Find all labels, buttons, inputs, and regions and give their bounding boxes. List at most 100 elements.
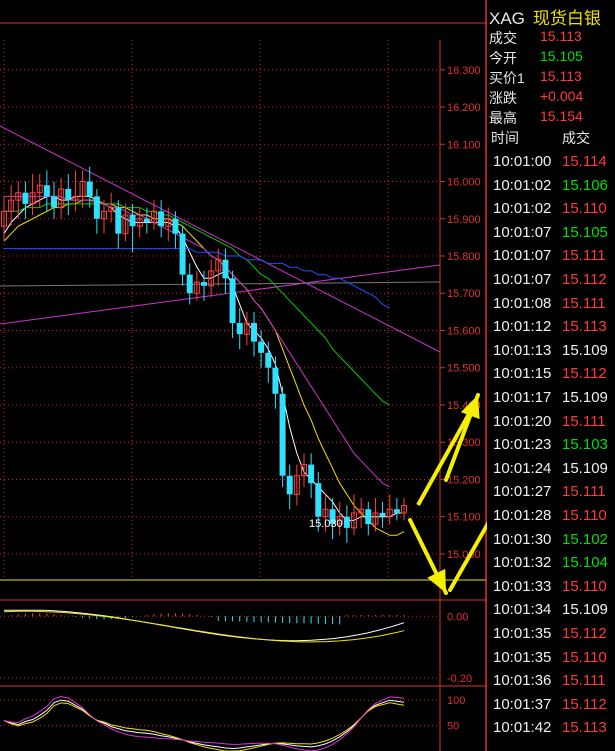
tick-row: 10:01:34 15.109: [487, 598, 615, 621]
quote-row: 涨跌 +0.004: [487, 87, 615, 107]
tick-row: 10:01:27 15.111: [487, 480, 615, 503]
tick-row: 10:01:15 15.112: [487, 362, 615, 385]
y-tick-label: 15.100: [447, 512, 481, 524]
quote-label: 买价1: [489, 70, 525, 86]
ticks-header: 时间 成交: [487, 126, 615, 148]
tick-time: 10:01:36: [493, 672, 552, 690]
candle-body: [279, 393, 286, 476]
candle-body: [129, 215, 136, 227]
quote-value: +0.004: [540, 88, 584, 104]
y-tick-label: 15.500: [447, 363, 481, 375]
tick-row: 10:01:35 15.112: [487, 622, 615, 645]
tick-time: 10:01:07: [493, 247, 552, 265]
quote-row: 最高 15.154: [487, 107, 615, 127]
tick-row: 10:01:37 15.112: [487, 693, 615, 716]
tick-price: 15.109: [562, 341, 608, 359]
y-tick-label: 16.000: [447, 177, 481, 189]
tick-time: 10:01:35: [493, 625, 552, 642]
tick-time: 10:01:07: [493, 223, 552, 241]
tick-price: 15.112: [562, 365, 607, 383]
tick-time: 10:01:15: [493, 365, 552, 383]
tick-time: 10:01:20: [493, 412, 552, 430]
quote-label: 今开: [489, 50, 517, 66]
tick-time: 10:01:08: [493, 294, 552, 312]
macd-y-tick-label: 0.00: [447, 611, 468, 623]
tick-price: 15.112: [562, 695, 607, 713]
candle-body: [186, 274, 193, 294]
y-tick-label: 16.300: [447, 65, 481, 77]
tick-row: 10:01:36 15.111: [487, 669, 615, 692]
tick-time: 10:01:02: [493, 200, 552, 218]
tick-price: 15.113: [562, 719, 607, 737]
tick-price: 15.110: [562, 577, 607, 595]
kdj-line: [3, 699, 405, 750]
tick-price: 15.103: [562, 436, 608, 454]
candle-body: [143, 218, 150, 223]
tick-row: 10:01:24 15.109: [487, 457, 615, 480]
quote-label: 最高: [489, 110, 517, 126]
tick-price: 15.111: [562, 672, 606, 690]
price-column-header: 成交: [562, 130, 590, 146]
candle-body: [158, 211, 165, 227]
y-tick-label: 15.800: [447, 251, 481, 263]
moving-average-line: [4, 195, 390, 488]
kdj-y-tick-label: 100: [447, 695, 465, 707]
tick-time: 10:01:23: [493, 436, 552, 454]
tick-time: 10:01:13: [493, 341, 552, 359]
tick-row: 10:01:13 15.109: [487, 339, 615, 362]
tick-time: 10:01:28: [493, 507, 552, 524]
tick-price: 15.114: [562, 153, 607, 170]
horizontal-line: [0, 281, 441, 287]
quote-panel: XAG 现货白银 成交 15.113 今开 15.105 买价1 15.113 涨跌 +0.00…: [487, 0, 615, 751]
tick-row: 10:01:02 15.106: [487, 174, 615, 197]
tick-price: 15.109: [562, 389, 608, 406]
tick-price: 15.105: [562, 223, 608, 241]
tick-row: 10:01:12 15.113: [487, 315, 615, 338]
tick-price: 15.109: [562, 601, 608, 619]
chart-area[interactable]: 16.300 16.200 16.100 16.000 15.900 15.800 15.7…: [0, 0, 487, 751]
tick-row: 10:01:02 15.110: [487, 197, 615, 220]
tick-row: 10:01:00 15.114: [487, 150, 615, 173]
tick-price: 15.102: [562, 530, 608, 548]
macd-dif-line: [4, 609, 405, 642]
y-tick-label: 16.200: [447, 102, 481, 114]
moving-average-line: [3, 195, 404, 521]
tick-price: 15.110: [562, 648, 607, 666]
quote-row: 今开 15.105: [487, 47, 615, 67]
candle-body: [172, 218, 179, 234]
candle-body: [179, 233, 186, 275]
y-tick-label: 15.200: [447, 474, 481, 486]
tick-time: 10:01:07: [493, 271, 552, 288]
tick-time: 10:01:00: [493, 153, 552, 170]
candle-body: [251, 323, 257, 342]
candle-body: [22, 192, 29, 204]
candle-body: [51, 196, 57, 208]
moving-average-line: [4, 203, 390, 406]
y-tick-label: 15.000: [447, 549, 481, 561]
candle-body: [86, 181, 93, 197]
tick-row: 10:01:07 15.111: [487, 244, 615, 267]
kdj-line: [3, 695, 405, 751]
candle-body: [236, 323, 243, 335]
tick-row: 10:01:30 15.102: [487, 528, 615, 551]
tick-price: 15.106: [562, 176, 608, 194]
candle-body: [229, 278, 236, 324]
quote-title: XAG 现货白银: [487, 4, 615, 28]
tick-time: 10:01:12: [493, 318, 552, 336]
tick-time: 10:01:02: [493, 176, 552, 194]
tick-price: 15.109: [562, 459, 608, 477]
candle-body: [65, 188, 72, 201]
candle-body: [115, 207, 122, 234]
instrument-name: 现货白银: [532, 9, 601, 28]
quote-value: 15.154: [540, 108, 583, 124]
tick-price: 15.112: [562, 271, 607, 288]
candle-body: [365, 509, 372, 525]
tick-price: 15.112: [562, 625, 607, 642]
tick-time: 10:01:27: [493, 483, 552, 501]
tick-time: 10:01:32: [493, 554, 552, 572]
candle-body: [43, 185, 50, 197]
tick-row: 10:01:07 15.105: [487, 221, 615, 244]
candle-body: [222, 259, 229, 279]
tick-price: 15.111: [562, 247, 606, 265]
tick-price: 15.110: [562, 200, 607, 218]
